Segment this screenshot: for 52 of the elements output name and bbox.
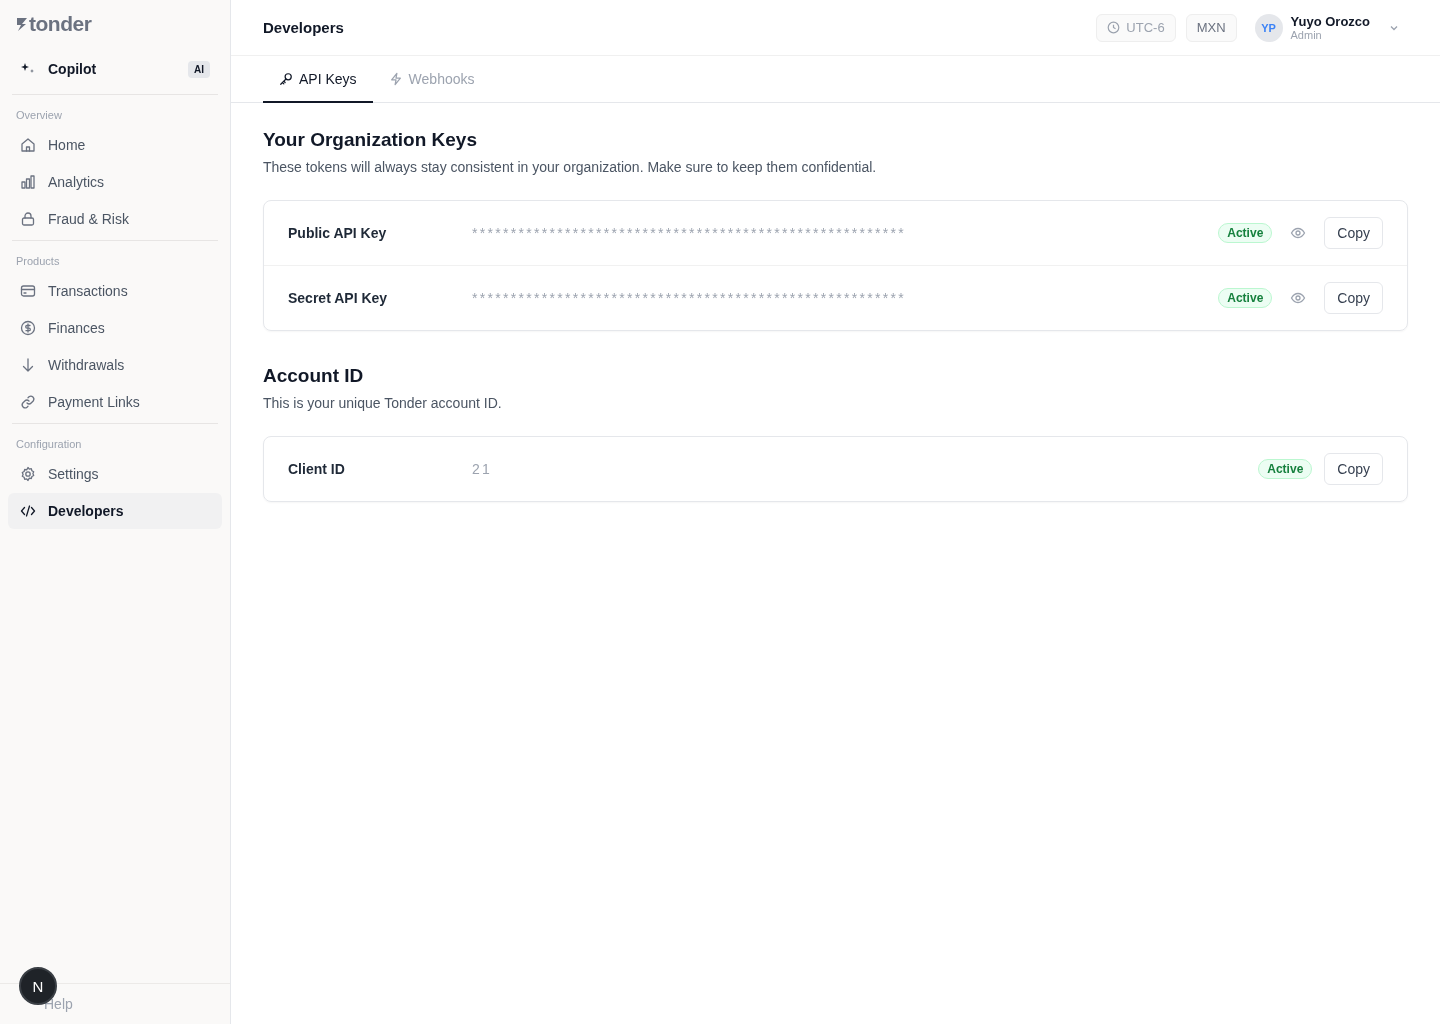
logo: tonder [29, 12, 92, 36]
sidebar-item[interactable]: Home [8, 127, 222, 163]
bar-chart-icon [20, 174, 36, 190]
card-icon [20, 283, 36, 299]
user-name: Yuyo Orozco [1290, 14, 1370, 29]
key-value: ******************************************************** [472, 225, 907, 241]
copy-button[interactable]: Copy [1324, 217, 1383, 249]
link-icon [20, 394, 36, 410]
sidebar-item[interactable]: Payment Links [8, 384, 222, 420]
tab[interactable]: API Keys [263, 56, 373, 103]
sidebar-item[interactable]: Analytics [8, 164, 222, 200]
lightning-icon [388, 71, 403, 86]
dollar-icon [20, 320, 36, 336]
copilot-item[interactable]: Copilot AI [8, 46, 222, 92]
section-title: Account ID [263, 365, 365, 387]
eye-icon[interactable] [1290, 225, 1307, 241]
section-heading: Overview [15, 109, 63, 123]
user-role: Admin [1290, 29, 1323, 41]
page-title: Developers [263, 19, 345, 36]
currency-chip[interactable]: MXN [1185, 13, 1237, 42]
key-value: 21 [472, 461, 494, 477]
status-badge: Active [1218, 288, 1273, 308]
settings-icon [20, 466, 36, 482]
key-value: ******************************************************** [472, 290, 907, 306]
user-avatar: YP [1254, 13, 1283, 42]
key-label: Secret API Key [288, 290, 389, 306]
key-label: Client ID [288, 461, 346, 477]
section-heading: Configuration [15, 438, 83, 452]
key-label: Public API Key [288, 225, 388, 241]
sidebar-item[interactable]: Transactions [8, 273, 222, 309]
status-badge: Active [1258, 459, 1313, 479]
section-description: This is your unique Tonder account ID. [263, 395, 503, 411]
section-title: Your Organization Keys [263, 129, 478, 151]
section-description: These tokens will always stay consistent in your organization. Make sure to keep them confidential. [263, 159, 878, 175]
lock-icon [20, 211, 36, 227]
house-icon [20, 137, 36, 153]
sidebar-item[interactable]: Finances [8, 310, 222, 346]
eye-icon[interactable] [1290, 290, 1307, 306]
sidebar-item[interactable]: Fraud & Risk [8, 201, 222, 237]
sidebar-item[interactable]: Developers [8, 493, 222, 529]
copy-button[interactable]: Copy [1324, 282, 1383, 314]
arrow-down-icon [20, 357, 36, 373]
section-heading: Products [15, 255, 61, 269]
ai-badge: AI [188, 60, 210, 78]
clock-icon [1107, 21, 1121, 34]
status-badge: Active [1218, 223, 1273, 243]
copy-button[interactable]: Copy [1324, 453, 1383, 485]
key-icon [279, 71, 293, 86]
bolt-logo-icon [16, 17, 28, 31]
code-icon [20, 503, 36, 519]
sidebar-item[interactable]: Withdrawals [8, 347, 222, 383]
sidebar-item[interactable]: Settings [8, 456, 222, 492]
